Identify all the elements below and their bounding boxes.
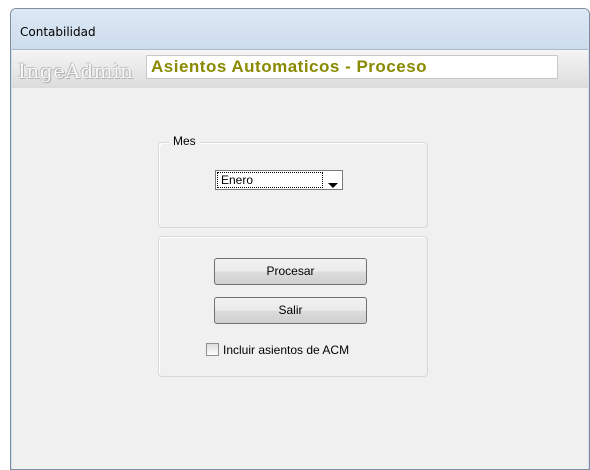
window-content: IngeAdmin Asientos Automaticos - Proceso… [12,49,588,469]
window-title: Contabilidad [20,25,96,39]
app-window: Contabilidad IngeAdmin Asientos Automati… [10,8,590,470]
chevron-down-icon[interactable] [327,175,339,188]
form-title: Asientos Automaticos - Proceso [151,57,428,76]
actions-groupbox: Procesar Salir Incluir asientos de ACM [158,236,428,377]
incluir-acm-label[interactable]: Incluir asientos de ACM [223,342,349,358]
procesar-button[interactable]: Procesar [214,258,367,285]
mes-select-value: Enero [217,172,323,188]
header-banner: IngeAdmin Asientos Automaticos - Proceso [12,50,588,88]
form-title-box: Asientos Automaticos - Proceso [146,55,558,79]
title-bar[interactable]: Contabilidad [11,9,589,49]
salir-button[interactable]: Salir [214,297,367,324]
incluir-acm-checkbox[interactable] [206,343,219,356]
brand-logo: IngeAdmin [18,59,134,83]
mes-groupbox: Mes Enero [158,134,428,228]
mes-group-label: Mes [169,134,200,148]
mes-select[interactable]: Enero [215,170,343,190]
